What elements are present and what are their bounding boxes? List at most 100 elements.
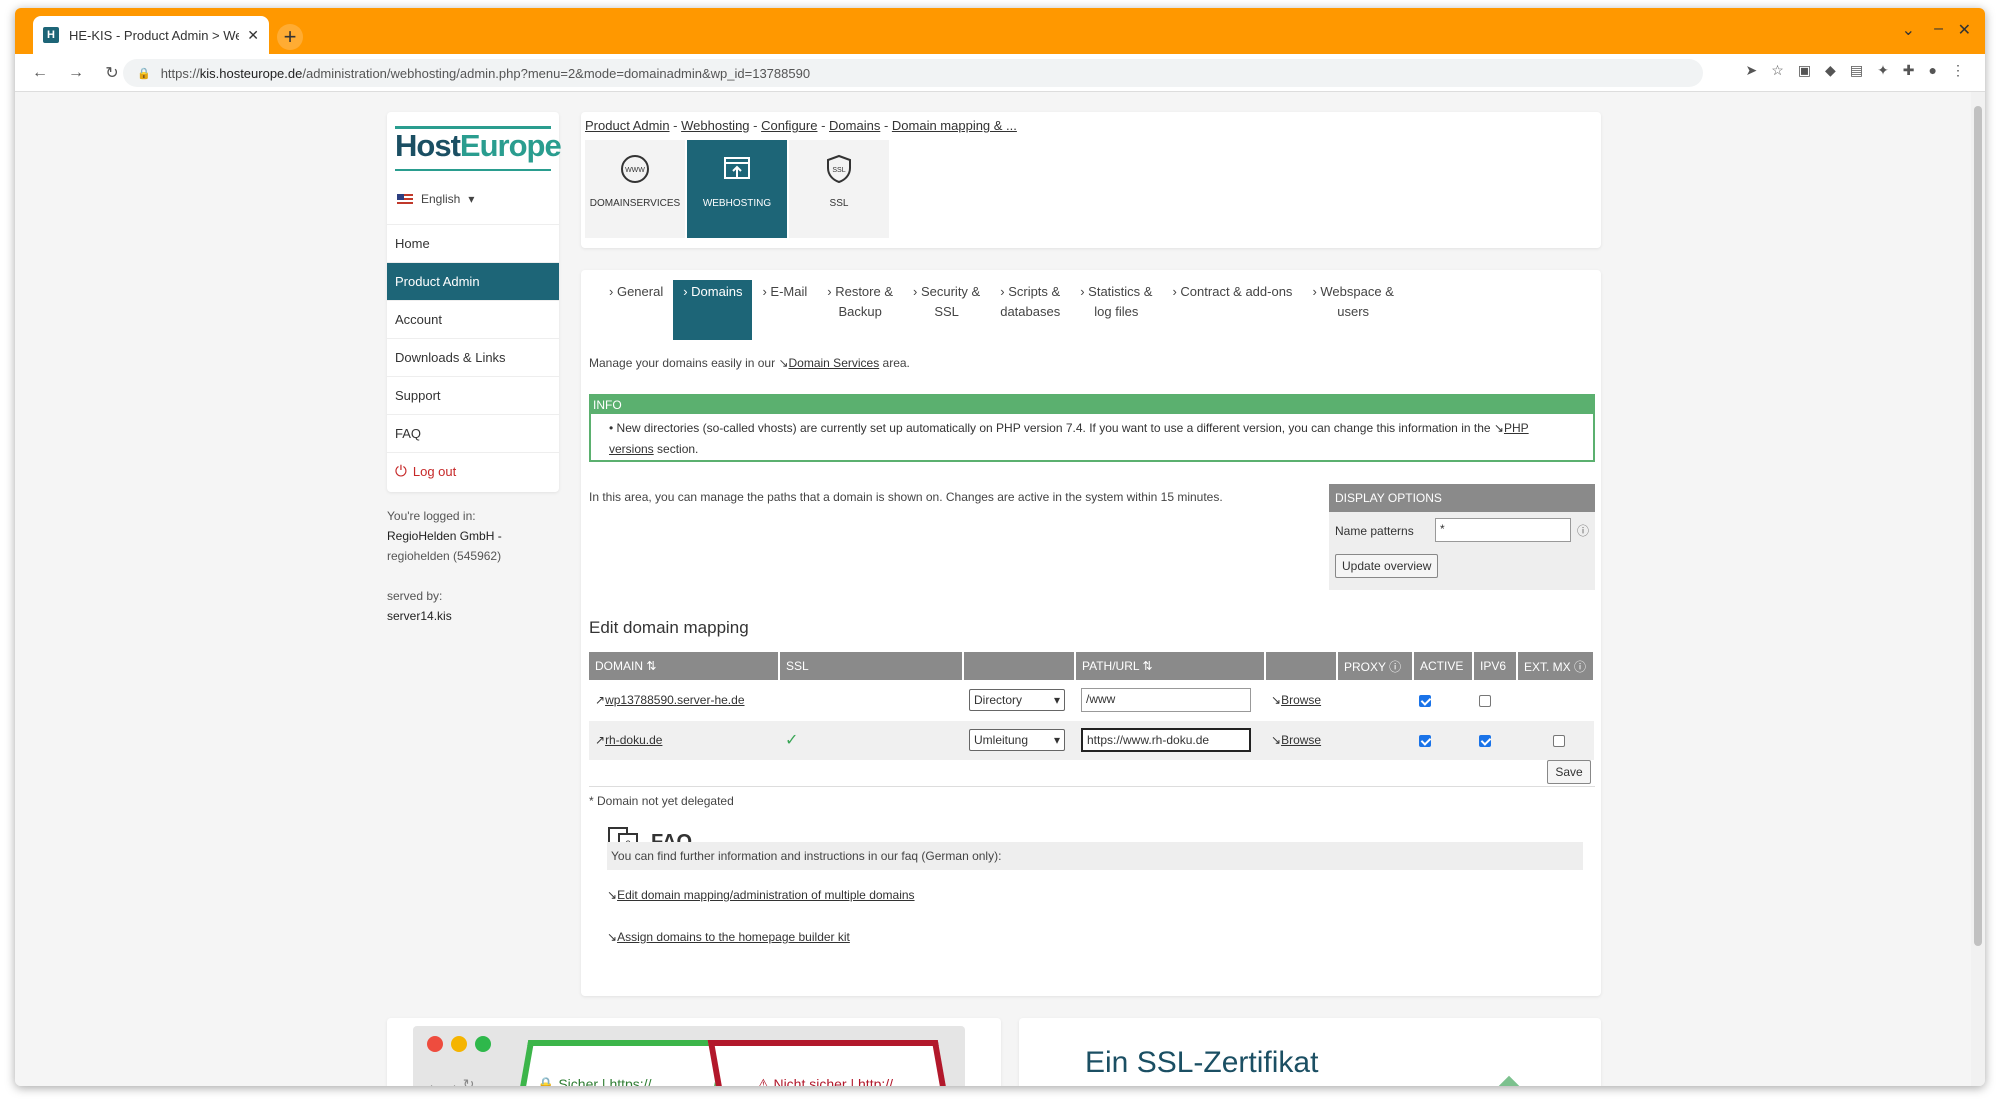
extension-1-icon[interactable]: ▣ (1798, 62, 1811, 79)
col-ssl: SSL (779, 652, 964, 680)
domain-mapping-table: DOMAIN ⇅ SSL PATH/URL ⇅ PROXY ⓘ ACTIVE I… (589, 652, 1595, 761)
favicon-icon: H (43, 27, 59, 43)
service-ssl[interactable]: SSL SSL (789, 140, 889, 238)
bookmark-star-icon[interactable]: ☆ (1771, 62, 1784, 79)
browser-window: H HE-KIS - Product Admin > We ✕ + ⌄ – ✕ … (15, 8, 1985, 1086)
close-window-icon[interactable]: ✕ (1958, 20, 1971, 40)
secure-badge: 🔒 Sicher | https:// (537, 1076, 652, 1086)
logout-icon: ⏻ (395, 463, 407, 480)
col-path[interactable]: PATH/URL ⇅ (1075, 652, 1266, 680)
browse-link[interactable]: Browse (1281, 733, 1321, 747)
page-scrollbar[interactable] (1971, 92, 1985, 1086)
ssl-shield-icon: SSL (789, 152, 889, 186)
ssl-promo-browser[interactable]: ← → ↻ 🔒 Sicher | https:// ⚠ Nicht sicher… (387, 1018, 1001, 1086)
tab-domains[interactable]: › Domains (673, 280, 753, 340)
domain-link[interactable]: rh-doku.de (605, 733, 662, 747)
col-type (963, 652, 1076, 680)
sidebar-item-support[interactable]: Support (387, 376, 559, 414)
more-menu-icon[interactable]: ⋮ (1951, 62, 1965, 79)
update-overview-button[interactable]: Update overview (1335, 554, 1439, 578)
tab-search-icon[interactable]: ⌄ (1902, 20, 1915, 40)
extmx-checkbox[interactable] (1553, 734, 1565, 747)
tab-security-ssl[interactable]: › Security & SSL (903, 280, 990, 340)
col-domain[interactable]: DOMAIN ⇅ (589, 652, 780, 680)
path-input[interactable]: https://www.rh-doku.de (1081, 728, 1251, 752)
back-icon[interactable]: ← (29, 64, 51, 82)
tab-webspace-users[interactable]: › Webspace & users (1302, 280, 1403, 340)
faq-intro: You can find further information and ins… (607, 842, 1583, 870)
lock-icon: 🔒 (137, 67, 151, 80)
content-card: › General › Domains › E-Mail › Restore &… (581, 270, 1601, 996)
browser-tab[interactable]: H HE-KIS - Product Admin > We ✕ (33, 16, 269, 54)
service-webhosting[interactable]: WEBHOSTING (687, 140, 787, 238)
host-europe-logo[interactable]: HostEurope (395, 128, 562, 164)
tab-email[interactable]: › E-Mail (752, 280, 817, 340)
tab-statistics-logs[interactable]: › Statistics & log files (1070, 280, 1162, 340)
col-browse (1265, 652, 1338, 680)
forward-icon[interactable]: → (65, 64, 87, 82)
tab-contract-addons[interactable]: › Contract & add-ons (1162, 280, 1302, 340)
name-patterns-label: Name patterns (1335, 524, 1414, 538)
ipv6-checkbox[interactable] (1479, 734, 1491, 747)
save-button[interactable]: Save (1547, 760, 1591, 784)
select-arrow-icon: ▾ (1053, 692, 1060, 707)
info-text: • New directories (so-called vhosts) are… (609, 421, 1529, 456)
type-select[interactable]: Umleitung ▾ (969, 729, 1065, 751)
divider (589, 786, 1595, 787)
browse-link[interactable]: Browse (1281, 693, 1321, 707)
url-field[interactable]: 🔒 https://kis.hosteurope.de/administrati… (123, 59, 1703, 87)
ipv6-checkbox[interactable] (1479, 694, 1491, 707)
name-patterns-input[interactable]: * (1435, 518, 1571, 542)
domain-link[interactable]: wp13788590.server-he.de (605, 693, 744, 707)
sidebar-item-product-admin[interactable]: Product Admin (387, 262, 559, 300)
sidebar-item-logout[interactable]: ⏻ Log out (387, 452, 559, 490)
language-selector[interactable]: English ▾ (397, 192, 474, 206)
close-tab-icon[interactable]: ✕ (247, 27, 259, 44)
service-domainservices[interactable]: WWW DOMAINSERVICES (585, 140, 685, 238)
type-select[interactable]: Directory ▾ (969, 688, 1065, 711)
tab-title: HE-KIS - Product Admin > We (69, 27, 240, 43)
red-dot (427, 1036, 443, 1052)
login-info: You're logged in: RegioHelden GmbH - reg… (387, 509, 502, 623)
active-checkbox[interactable] (1419, 694, 1431, 707)
puzzle-icon[interactable]: ✚ (1903, 62, 1915, 79)
display-options: DISPLAY OPTIONS Name patterns * ⓘ Update… (1329, 484, 1595, 590)
sidebar-item-faq[interactable]: FAQ (387, 414, 559, 452)
breadcrumb-domains[interactable]: Domains (829, 118, 880, 133)
domain-services-link[interactable]: Domain Services (789, 356, 880, 370)
info-heading: INFO (591, 396, 1593, 414)
breadcrumb-webhosting[interactable]: Webhosting (681, 118, 749, 133)
profile-avatar-icon[interactable]: ● (1929, 62, 1937, 79)
green-dot (475, 1036, 491, 1052)
www-globe-icon: WWW (585, 152, 685, 186)
ssl-promo-text[interactable]: Ein SSL-Zertifikat (1019, 1018, 1601, 1086)
breadcrumb-domain-mapping[interactable]: Domain mapping & ... (892, 118, 1017, 133)
path-input[interactable]: /www (1081, 687, 1251, 712)
extension-4-icon[interactable]: ✦ (1877, 62, 1889, 79)
svg-text:WWW: WWW (625, 167, 645, 174)
browser-illustration: ← → ↻ 🔒 Sicher | https:// ⚠ Nicht sicher… (413, 1026, 965, 1086)
new-tab-button[interactable]: + (277, 24, 303, 50)
tab-general[interactable]: › General (599, 280, 673, 340)
not-delegated-note: * Domain not yet delegated (589, 794, 734, 808)
info-circle-icon[interactable]: ⓘ (1577, 522, 1589, 539)
faq-link-2[interactable]: ↘Assign domains to the homepage builder … (607, 930, 850, 944)
svg-text:SSL: SSL (832, 167, 845, 174)
sidebar-item-downloads[interactable]: Downloads & Links (387, 338, 559, 376)
reload-icon[interactable]: ↻ (101, 63, 123, 83)
breadcrumb-product-admin[interactable]: Product Admin (585, 118, 670, 133)
scrollbar-thumb[interactable] (1974, 106, 1982, 946)
tab-restore-backup[interactable]: › Restore & Backup (817, 280, 903, 340)
sidebar-item-account[interactable]: Account (387, 300, 559, 338)
tab-scripts-databases[interactable]: › Scripts & databases (990, 280, 1070, 340)
breadcrumb-configure[interactable]: Configure (761, 118, 817, 133)
faq-link-1[interactable]: ↘Edit domain mapping/administration of m… (607, 888, 915, 902)
send-icon[interactable]: ➤ (1746, 62, 1758, 79)
decorative-shape (1480, 1075, 1538, 1086)
extension-2-icon[interactable]: ◆ (1825, 62, 1836, 79)
active-checkbox[interactable] (1419, 734, 1431, 747)
extension-3-icon[interactable]: ▤ (1850, 62, 1863, 79)
sidebar-item-home[interactable]: Home (387, 224, 559, 262)
minimize-icon[interactable]: – (1934, 20, 1943, 38)
page: HostEurope English ▾ Home Product Admin … (15, 92, 1971, 1086)
